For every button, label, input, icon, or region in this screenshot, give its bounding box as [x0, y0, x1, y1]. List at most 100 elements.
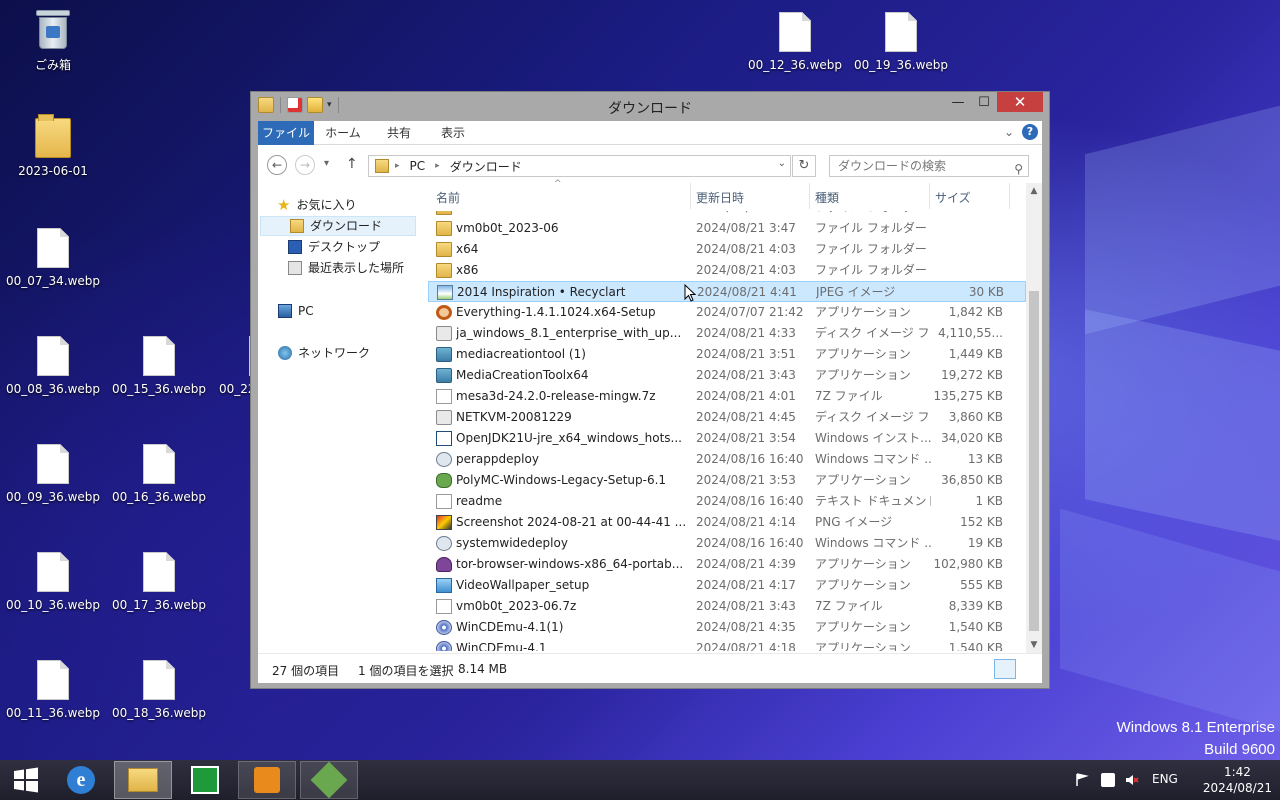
selected-size: 8.14 MB: [458, 662, 508, 676]
file-row[interactable]: x64 2024/08/21 4:03 ファイル フォルダー: [428, 239, 1026, 260]
large-icons-view-button[interactable]: [1018, 659, 1040, 679]
refresh-button[interactable]: ↻: [792, 155, 816, 177]
file-row[interactable]: tor-browser-windows-x86_64-portab... 2024…: [428, 554, 1026, 575]
file-row[interactable]: perappdeploy 2024/08/16 16:40 Windows コマンド…: [428, 449, 1026, 470]
nav-item-desktop[interactable]: デスクトップ: [288, 237, 380, 257]
file-row[interactable]: readme 2024/08/16 16:40 テキスト ドキュメント 1 KB: [428, 491, 1026, 512]
desktop-icon-file[interactable]: 00_19_36.webp: [849, 12, 953, 72]
file-row[interactable]: OpenJDK21U-jre_x64_windows_hots... 2024/0…: [428, 428, 1026, 449]
file-row[interactable]: VideoWallpaper_setup 2024/08/21 4:17 アプリケー…: [428, 575, 1026, 596]
breadcrumb-separator[interactable]: ▸: [435, 161, 440, 171]
file-row[interactable]: systemwidedeploy 2024/08/16 16:40 Windows …: [428, 533, 1026, 554]
column-divider[interactable]: [1009, 183, 1010, 209]
network-icon[interactable]: [1101, 773, 1115, 787]
file-explorer-icon: [128, 768, 158, 792]
explorer-window[interactable]: ▾ ダウンロード — ☐ ✕ ファイル ホーム 共有 表示 ⌄ ? ← → ▾ …: [250, 91, 1050, 689]
address-bar[interactable]: ▸ PC ▸ ダウンロード ⌄: [368, 155, 791, 177]
file-row[interactable]: 2014 Inspiration • Recyclart 2024/08/21 4…: [428, 281, 1026, 302]
address-dropdown-icon[interactable]: ⌄: [778, 158, 786, 169]
input-language[interactable]: ENG: [1152, 772, 1178, 786]
column-header-date[interactable]: 更新日時: [696, 189, 744, 206]
nav-pc[interactable]: PC: [278, 301, 314, 321]
back-button[interactable]: ←: [267, 155, 287, 175]
expand-ribbon-icon[interactable]: ⌄: [1004, 125, 1014, 139]
blank-file-icon: [436, 389, 452, 404]
file-row[interactable]: PolyMC-Windows-Legacy-Setup-6.1 2024/08/2…: [428, 470, 1026, 491]
nav-favorites[interactable]: ★ お気に入り: [277, 195, 356, 215]
recent-locations-button[interactable]: ▾: [324, 158, 329, 169]
desktop-icon-folder[interactable]: 2023-06-01: [1, 114, 105, 178]
minimize-button[interactable]: —: [945, 92, 971, 112]
file-row[interactable]: x86 2024/08/21 4:03 ファイル フォルダー: [428, 260, 1026, 281]
tab-home[interactable]: ホーム: [320, 121, 366, 145]
column-header-size[interactable]: サイズ: [935, 189, 971, 206]
file-row[interactable]: ja_windows_8.1_enterprise_with_up... 2024…: [428, 323, 1026, 344]
file-row[interactable]: vm0b0t_2023-06 2024/08/21 3:47 ファイル フォルダー: [428, 218, 1026, 239]
details-view-button[interactable]: [994, 659, 1016, 679]
tab-file[interactable]: ファイル: [258, 121, 314, 145]
clock-date: 2024/08/21: [1202, 781, 1272, 795]
file-row[interactable]: video 2024/08/21 3:52 ファイル フォルダー: [428, 211, 1026, 218]
breadcrumb-downloads[interactable]: ダウンロード: [450, 158, 522, 175]
vertical-scrollbar[interactable]: ▲ ▼: [1026, 183, 1042, 653]
close-button[interactable]: ✕: [997, 92, 1043, 112]
nav-network[interactable]: ネットワーク: [278, 343, 370, 363]
breadcrumb-pc[interactable]: PC: [410, 159, 426, 173]
desktop-icon-file[interactable]: 00_10_36.webp: [1, 552, 105, 612]
forward-button[interactable]: →: [295, 155, 315, 175]
column-divider[interactable]: [929, 183, 930, 209]
file-row[interactable]: WinCDEmu-4.1(1) 2024/08/21 4:35 アプリケーション 1,…: [428, 617, 1026, 638]
tab-view[interactable]: 表示: [430, 121, 476, 145]
column-divider[interactable]: [690, 183, 691, 209]
taskbar-file-explorer[interactable]: [114, 761, 172, 799]
volume-muted-icon[interactable]: [1125, 773, 1139, 787]
nav-item-downloads[interactable]: ダウンロード: [260, 216, 416, 236]
up-button[interactable]: ↑: [346, 156, 358, 172]
desktop-icon-file[interactable]: 00_07_34.webp: [1, 228, 105, 288]
column-header-name[interactable]: 名前: [436, 189, 460, 206]
scrollbar-thumb[interactable]: [1029, 291, 1039, 631]
file-row[interactable]: mediacreationtool (1) 2024/08/21 3:51 アプリケ…: [428, 344, 1026, 365]
file-date: 2024/08/21 4:45: [696, 410, 796, 424]
scroll-up-arrow[interactable]: ▲: [1026, 183, 1042, 199]
column-header-type[interactable]: 種類: [815, 189, 839, 206]
help-icon[interactable]: ?: [1022, 124, 1038, 140]
file-row[interactable]: WinCDEmu-4.1 2024/08/21 4:18 アプリケーション 1,540…: [428, 638, 1026, 651]
taskbar-internet-explorer[interactable]: e: [58, 761, 104, 799]
file-row[interactable]: MediaCreationToolx64 2024/08/21 3:43 アプリケー…: [428, 365, 1026, 386]
tab-share[interactable]: 共有: [376, 121, 422, 145]
start-button[interactable]: [6, 761, 46, 799]
taskbar-media-player[interactable]: [238, 761, 296, 799]
file-icon: [37, 228, 69, 268]
file-row[interactable]: vm0b0t_2023-06.7z 2024/08/21 3:43 7Z ファイル 8…: [428, 596, 1026, 617]
file-row[interactable]: Screenshot 2024-08-21 at 00-44-41 ... 202…: [428, 512, 1026, 533]
desktop-icon-file[interactable]: 00_09_36.webp: [1, 444, 105, 504]
column-divider[interactable]: [809, 183, 810, 209]
desktop-icon-file[interactable]: 00_15_36.webp: [107, 336, 211, 396]
breadcrumb-separator[interactable]: ▸: [395, 161, 400, 171]
nav-item-recent-places[interactable]: 最近表示した場所: [288, 258, 404, 278]
desktop-icon-file[interactable]: 00_22: [213, 336, 281, 396]
title-bar[interactable]: ▾ ダウンロード — ☐ ✕: [251, 92, 1049, 121]
search-input[interactable]: ダウンロードの検索 ⚲: [829, 155, 1029, 177]
desktop-icon-recycle-bin[interactable]: ごみ箱: [1, 8, 105, 73]
desktop-icon-file[interactable]: 00_08_36.webp: [1, 336, 105, 396]
java-file-icon: [436, 431, 452, 446]
file-row[interactable]: Everything-1.4.1.1024.x64-Setup 2024/07/0…: [428, 302, 1026, 323]
desktop-icon-file[interactable]: 00_16_36.webp: [107, 444, 211, 504]
file-date: 2024/08/21 4:41: [697, 285, 797, 299]
clock[interactable]: 1:42 2024/08/21: [1203, 764, 1272, 796]
desktop-icon-file[interactable]: 00_18_36.webp: [107, 660, 211, 720]
file-row[interactable]: mesa3d-24.2.0-release-mingw.7z 2024/08/21…: [428, 386, 1026, 407]
maximize-button[interactable]: ☐: [971, 92, 997, 112]
desktop-icon-file[interactable]: 00_17_36.webp: [107, 552, 211, 612]
file-list[interactable]: ^ 名前 更新日時 種類 サイズ video 2024/08/21 3:52 ファイ…: [428, 179, 1042, 653]
scroll-down-arrow[interactable]: ▼: [1026, 637, 1042, 653]
search-icon[interactable]: ⚲: [1014, 159, 1023, 179]
desktop-icon-file[interactable]: 00_11_36.webp: [1, 660, 105, 720]
desktop-icon-file[interactable]: 00_12_36.webp: [743, 12, 847, 72]
taskbar-polymc[interactable]: [300, 761, 358, 799]
file-row[interactable]: NETKVM-20081229 2024/08/21 4:45 ディスク イメージ …: [428, 407, 1026, 428]
taskbar-store[interactable]: [180, 761, 230, 799]
action-center-flag-icon[interactable]: [1075, 773, 1089, 787]
